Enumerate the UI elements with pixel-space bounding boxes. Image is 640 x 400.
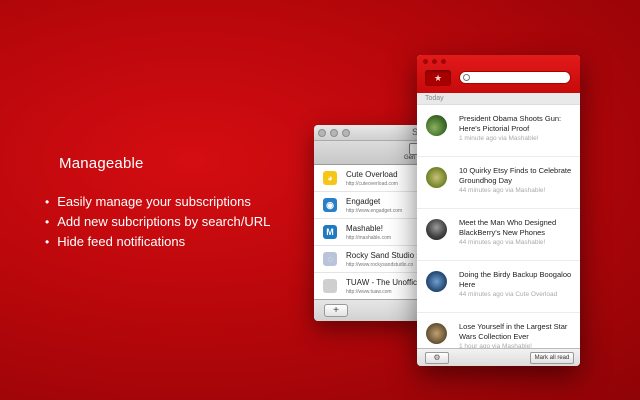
promo-title: Manageable — [59, 155, 144, 172]
subscription-name: Mashable! — [346, 224, 383, 233]
feed-item-meta: 44 minutes ago via Mashable! — [459, 187, 546, 194]
feed-item[interactable]: Meet the Man Who Designed BlackBerry's N… — [417, 209, 580, 261]
feed-item-thumbnail — [426, 323, 447, 344]
window-controls — [423, 59, 446, 64]
feed-item-title: President Obama Shoots Gun: Here's Picto… — [459, 114, 562, 133]
feed-item[interactable]: President Obama Shoots Gun: Here's Picto… — [417, 105, 580, 157]
search-icon — [463, 74, 470, 81]
close-window-button[interactable] — [423, 59, 428, 64]
feed-item-title: Meet the Man Who Designed BlackBerry's N… — [459, 218, 557, 237]
subscriptions-titlebar[interactable]: S — [314, 125, 426, 141]
feed-item-meta: 44 minutes ago via Mashable! — [459, 239, 546, 246]
zoom-window-button[interactable] — [342, 128, 350, 137]
feed-item-meta: 1 minute ago via Mashable! — [459, 135, 539, 142]
feed-item-thumbnail — [426, 219, 447, 240]
feed-item-title: Doing the Birdy Backup Boogaloo Here — [459, 270, 572, 289]
feed-header: ★ — [417, 55, 580, 93]
subscription-name: Rocky Sand Studio » N — [346, 251, 426, 260]
subscription-url: http://www.tuaw.com — [346, 289, 392, 295]
feed-window: ★ Today President Obama Shoots Gun: Here… — [417, 55, 580, 366]
feed-item-thumbnail — [426, 167, 447, 188]
subscription-item[interactable]: ◌ Rocky Sand Studio » N http://www.rocky… — [314, 246, 426, 273]
feed-item-thumbnail — [426, 115, 447, 136]
duck-icon: ◕ — [323, 171, 337, 185]
section-header-today: Today — [417, 93, 580, 105]
promo-bullet: Add new subcriptions by search/URL — [45, 212, 270, 232]
feed-item[interactable]: Doing the Birdy Backup Boogaloo Here 44 … — [417, 261, 580, 313]
promo-bullet: Hide feed notifications — [45, 232, 270, 252]
subscription-url: http://cuteoverload.com — [346, 181, 398, 187]
subscription-name: TUAW - The Unofficial — [346, 278, 425, 287]
tuaw-icon — [323, 279, 337, 293]
subscription-list: ◕ Cute Overload http://cuteoverload.com … — [314, 165, 426, 300]
subscriptions-window: S Gen ◕ Cute Overload http://cuteoverloa… — [314, 125, 426, 321]
subscription-item[interactable]: ◕ Cute Overload http://cuteoverload.com — [314, 165, 426, 192]
subscription-item[interactable]: TUAW - The Unofficial http://www.tuaw.co… — [314, 273, 426, 300]
rss-icon: ◉ — [323, 198, 337, 212]
promo-bullet: Easily manage your subscriptions — [45, 192, 270, 212]
rss-icon: ◌ — [323, 252, 337, 266]
general-tab-label[interactable]: Gen — [404, 155, 415, 161]
subscription-url: http://www.engadget.com — [346, 208, 403, 214]
close-window-button[interactable] — [318, 128, 326, 137]
subscriptions-toolbar: Gen — [314, 141, 426, 165]
mark-all-read-button[interactable]: Mark all read — [530, 352, 574, 364]
mashable-icon: M — [323, 225, 337, 239]
feed-footer: ⚙ Mark all read — [417, 348, 580, 366]
subscription-name: Engadget — [346, 197, 381, 206]
gear-icon[interactable]: ⚙ — [425, 352, 449, 364]
zoom-window-button[interactable] — [441, 59, 446, 64]
add-subscription-button[interactable]: + — [324, 304, 348, 317]
subscription-url: http://mashable.com — [346, 235, 392, 241]
search-input[interactable] — [459, 71, 571, 84]
star-icon[interactable]: ★ — [425, 70, 451, 86]
subscriptions-footer: + — [314, 299, 426, 321]
feed-item-meta: 44 minutes ago via Cute Overload — [459, 291, 558, 298]
feed-item-title: Lose Yourself in the Largest Star Wars C… — [459, 322, 568, 341]
feed-item[interactable]: 10 Quirky Etsy Finds to Celebrate Ground… — [417, 157, 580, 209]
subscription-item[interactable]: ◉ Engadget http://www.engadget.com — [314, 192, 426, 219]
subscription-name: Cute Overload — [346, 170, 398, 179]
feed-item-title: 10 Quirky Etsy Finds to Celebrate Ground… — [459, 166, 572, 185]
promo-bullet-list: Easily manage your subscriptions Add new… — [45, 192, 270, 252]
subscription-item[interactable]: M Mashable! http://mashable.com — [314, 219, 426, 246]
minimize-window-button[interactable] — [330, 128, 338, 137]
feed-item-thumbnail — [426, 271, 447, 292]
promo-block: Manageable Easily manage your subscripti… — [45, 155, 270, 252]
subscription-url: http://www.rockysandstudio.co — [346, 262, 414, 268]
minimize-window-button[interactable] — [432, 59, 437, 64]
